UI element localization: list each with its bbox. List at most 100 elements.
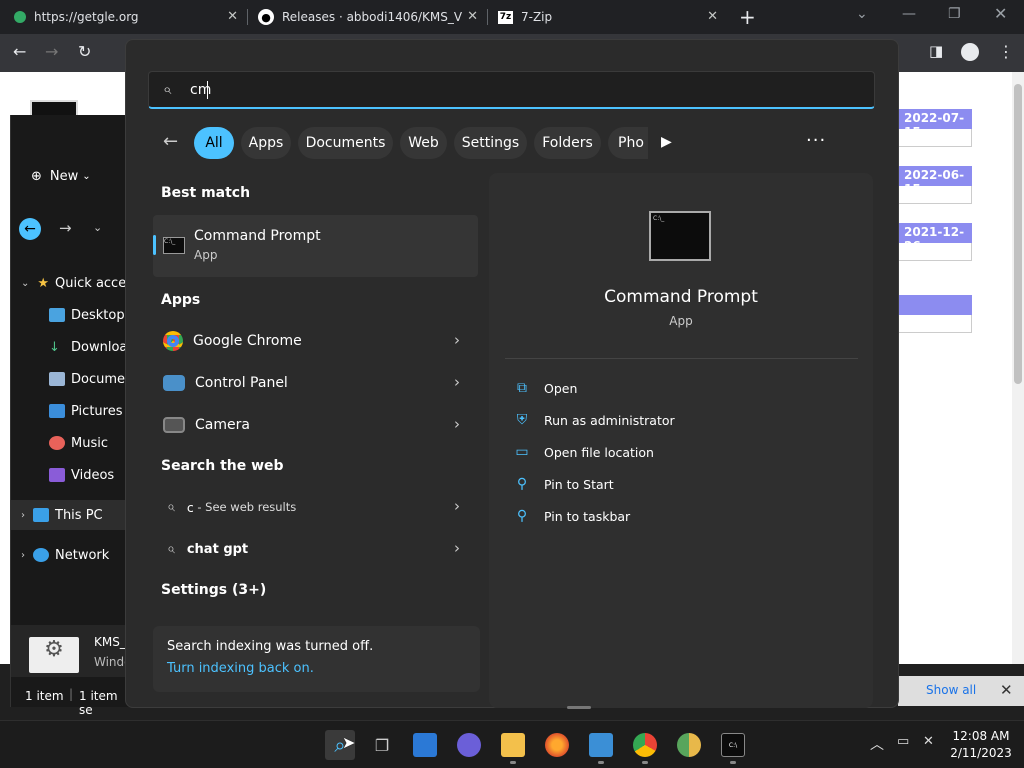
network-status-icon[interactable]: ▭ bbox=[897, 734, 909, 749]
control-panel-taskbar-icon[interactable] bbox=[589, 733, 613, 757]
search-icon: ⌕ bbox=[163, 80, 172, 98]
side-panel-icon[interactable]: ◨ bbox=[929, 42, 943, 60]
chevron-right-icon[interactable]: › bbox=[454, 331, 460, 349]
file-item[interactable]: ⚙ KMS_ Windo bbox=[11, 625, 132, 677]
filter-settings[interactable]: Settings bbox=[454, 127, 527, 159]
action-run-as-admin[interactable]: ⛨ Run as administrator bbox=[514, 408, 675, 432]
release-date: 2022-06-15 bbox=[898, 166, 972, 196]
filter-documents[interactable]: Documents bbox=[298, 127, 393, 159]
action-open-file-location[interactable]: ▭ Open file location bbox=[514, 440, 654, 464]
release-date: 2021-12-26 bbox=[898, 223, 972, 253]
quick-access-node[interactable]: ⌄ ★ Quick acce bbox=[21, 268, 141, 298]
chevron-right-icon[interactable]: › bbox=[454, 373, 460, 391]
browser-tab-bar: https://getgle.org ✕ ● Releases · abbodi… bbox=[0, 0, 1024, 34]
scrollbar-thumb[interactable] bbox=[1014, 84, 1022, 384]
videos-icon bbox=[49, 468, 65, 482]
maximize-icon[interactable]: ❐ bbox=[948, 6, 961, 22]
browser-tab[interactable]: 7z 7-Zip ✕ bbox=[488, 0, 726, 34]
camera-icon bbox=[163, 417, 185, 433]
close-download-bar-icon[interactable]: ✕ bbox=[1000, 681, 1013, 699]
search-query: cm bbox=[190, 82, 212, 98]
github-icon: ● bbox=[258, 9, 274, 25]
detail-name: Command Prompt bbox=[604, 287, 758, 307]
widgets-icon[interactable] bbox=[413, 733, 437, 757]
download-arrow-icon: ↓ bbox=[49, 340, 60, 355]
page-scrollbar[interactable] bbox=[1012, 72, 1024, 664]
teams-chat-icon[interactable] bbox=[457, 733, 481, 757]
panel-resize-handle[interactable] bbox=[567, 706, 591, 709]
nav-item-network[interactable]: › Network bbox=[21, 540, 141, 570]
close-tab-icon[interactable]: ✕ bbox=[707, 9, 718, 24]
best-match-item[interactable]: C:\_ Command Prompt App bbox=[153, 215, 478, 277]
taskbar: ⌕ ❐ C:\ ︿ ▭ ✕ 12:08 AM 2/11/2023 bbox=[0, 720, 1024, 768]
turn-indexing-on-link[interactable]: Turn indexing back on. bbox=[167, 661, 314, 676]
selection-indicator bbox=[153, 235, 156, 255]
recent-chevron-icon[interactable]: ⌄ bbox=[93, 221, 102, 234]
pictures-icon bbox=[49, 404, 65, 418]
filter-folders[interactable]: Folders bbox=[534, 127, 601, 159]
chevron-down-icon: ⌄ bbox=[82, 170, 91, 182]
desktop-icon bbox=[49, 308, 65, 322]
filter-web[interactable]: Web bbox=[400, 127, 447, 159]
download-bar: Show all ✕ bbox=[898, 676, 1024, 706]
close-window-icon[interactable]: ✕ bbox=[994, 4, 1007, 23]
app-result-control-panel[interactable]: Control Panel › bbox=[153, 364, 478, 402]
nav-item-this-pc[interactable]: › This PC bbox=[21, 500, 141, 530]
back-arrow-icon[interactable]: ← bbox=[163, 131, 178, 152]
chevron-right-icon[interactable]: › bbox=[454, 415, 460, 433]
settings-heading[interactable]: Settings (3+) bbox=[161, 582, 266, 598]
detail-type: App bbox=[669, 314, 693, 328]
minimize-icon[interactable]: — bbox=[902, 6, 916, 22]
chrome-canary-icon[interactable] bbox=[677, 733, 701, 757]
menu-kebab-icon[interactable]: ⋮ bbox=[998, 42, 1014, 61]
action-open[interactable]: ⧉ Open bbox=[514, 376, 577, 400]
chevron-right-icon[interactable]: › bbox=[454, 497, 460, 515]
command-prompt-large-icon: C:\_ bbox=[649, 211, 711, 261]
forward-arrow-icon[interactable]: → bbox=[45, 42, 58, 61]
app-result-camera[interactable]: Camera › bbox=[153, 406, 478, 444]
search-input[interactable]: ⌕ cm bbox=[148, 71, 875, 109]
forward-arrow-icon[interactable]: → bbox=[59, 219, 72, 237]
task-view-icon[interactable]: ❐ bbox=[370, 733, 394, 757]
filter-apps[interactable]: Apps bbox=[241, 127, 291, 159]
release-date-empty bbox=[898, 295, 972, 315]
back-button[interactable]: ← bbox=[19, 218, 41, 240]
show-all-button[interactable]: Show all bbox=[926, 683, 976, 697]
web-result[interactable]: ⌕ chat gpt › bbox=[153, 530, 478, 568]
file-explorer-icon[interactable] bbox=[501, 733, 525, 757]
document-icon bbox=[49, 372, 65, 386]
filter-all[interactable]: All bbox=[194, 127, 234, 159]
start-windows-icon[interactable] bbox=[281, 733, 305, 757]
clock-date[interactable]: 2/11/2023 bbox=[948, 746, 1014, 760]
browser-tab[interactable]: ● Releases · abbodi1406/KMS_VL_A ✕ bbox=[248, 0, 486, 34]
reload-icon[interactable]: ↻ bbox=[78, 42, 91, 61]
new-tab-button[interactable]: + bbox=[739, 5, 756, 29]
filter-photos[interactable]: Pho bbox=[608, 127, 648, 159]
hidden-icons-chevron-icon[interactable]: ︿ bbox=[870, 734, 884, 754]
file-explorer-window: ⊕ New ⌄ ← → ⌄ ⌄ ★ Quick acce Desktop ↓ Do… bbox=[10, 115, 136, 717]
chrome-taskbar-icon[interactable] bbox=[633, 733, 657, 757]
profile-avatar-icon[interactable] bbox=[961, 43, 979, 61]
command-prompt-taskbar-icon[interactable]: C:\ bbox=[721, 733, 745, 757]
volume-muted-icon[interactable]: ✕ bbox=[923, 734, 934, 749]
pin-icon: ⚲ bbox=[516, 476, 528, 492]
chevron-right-icon[interactable]: › bbox=[454, 539, 460, 557]
tab-search-chevron-icon[interactable]: ⌄ bbox=[856, 6, 868, 22]
web-result[interactable]: ⌕ c - See web results › bbox=[153, 488, 478, 526]
status-selected: 1 item se bbox=[79, 689, 118, 717]
back-arrow-icon[interactable]: ← bbox=[13, 42, 26, 61]
firefox-icon[interactable] bbox=[545, 733, 569, 757]
browser-tab[interactable]: https://getgle.org ✕ bbox=[0, 0, 246, 34]
tab-title: https://getgle.org bbox=[34, 10, 139, 24]
app-result-chrome[interactable]: Google Chrome › bbox=[153, 322, 478, 360]
close-tab-icon[interactable]: ✕ bbox=[227, 9, 238, 24]
clock-time[interactable]: 12:08 AM bbox=[948, 729, 1014, 743]
action-pin-to-start[interactable]: ⚲ Pin to Start bbox=[514, 472, 614, 496]
more-filters-play-icon[interactable]: ▶ bbox=[661, 134, 672, 150]
7zip-icon: 7z bbox=[498, 10, 513, 24]
close-tab-icon[interactable]: ✕ bbox=[467, 9, 478, 24]
network-icon bbox=[33, 548, 49, 562]
action-pin-to-taskbar[interactable]: ⚲ Pin to taskbar bbox=[514, 504, 630, 528]
web-heading: Search the web bbox=[161, 458, 284, 474]
more-options-icon[interactable]: ··· bbox=[806, 130, 826, 151]
